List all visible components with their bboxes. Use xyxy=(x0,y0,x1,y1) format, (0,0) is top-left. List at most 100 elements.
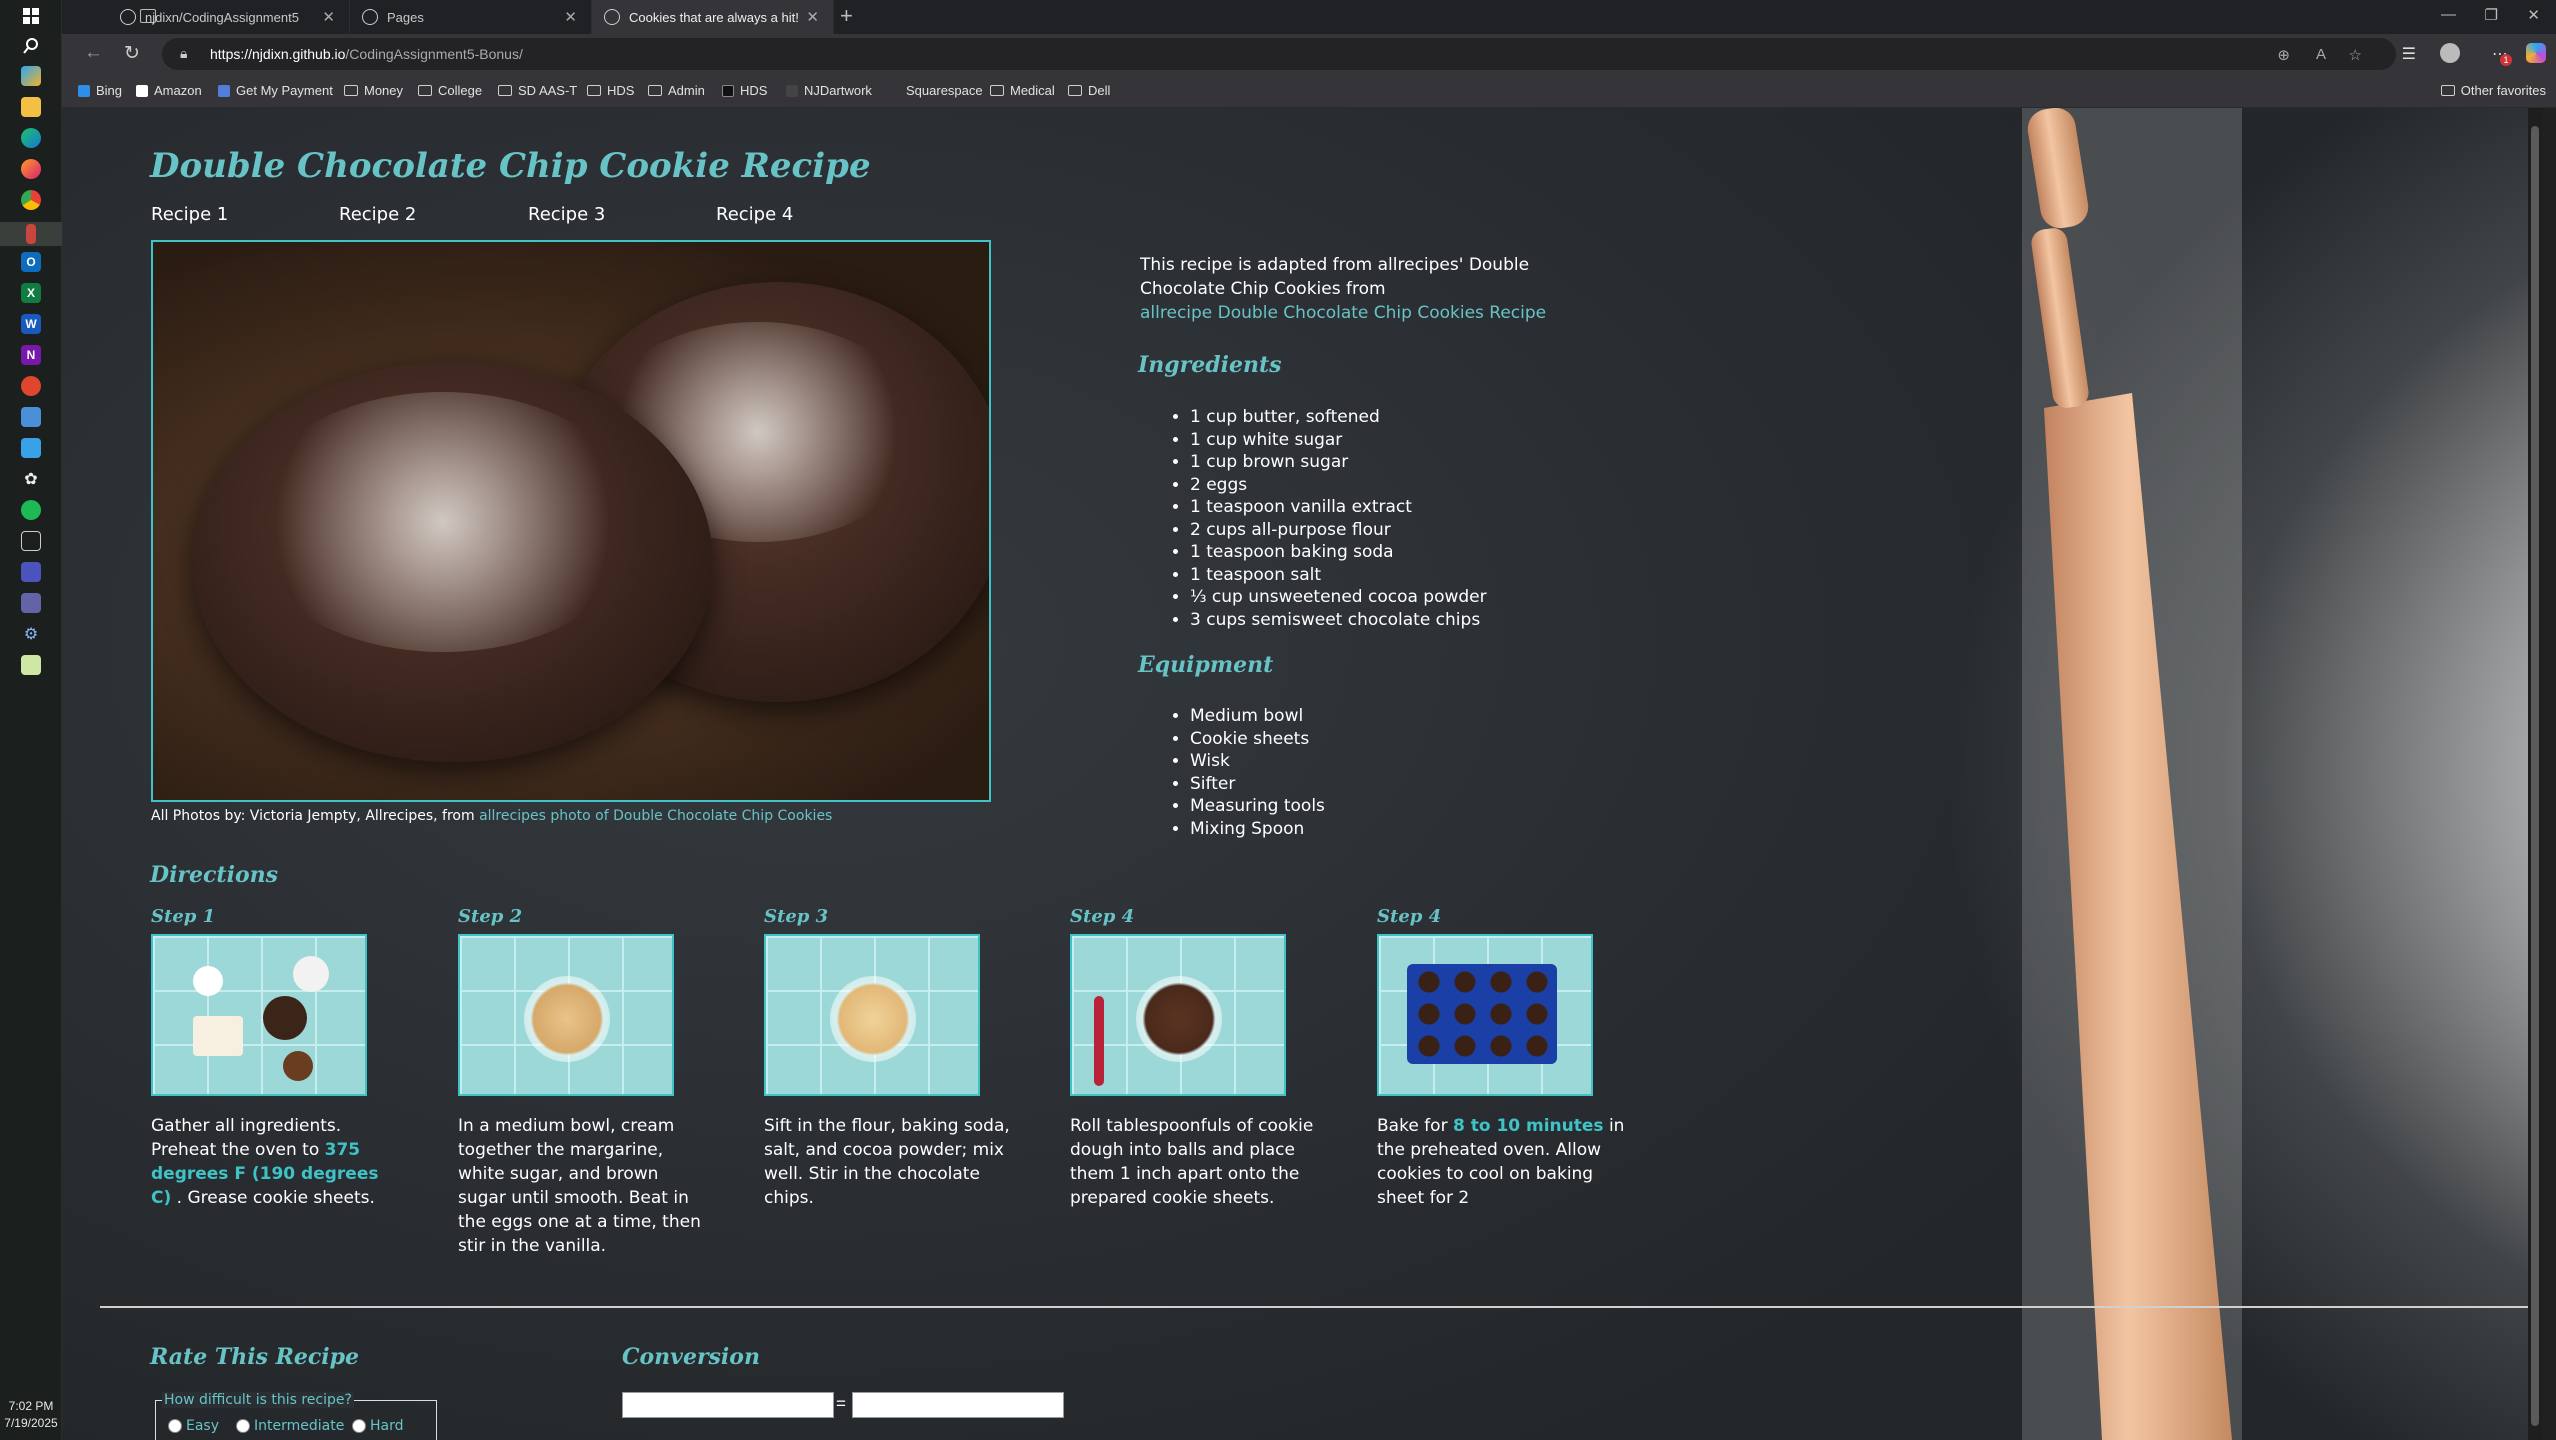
radio-easy[interactable]: Easy xyxy=(168,1418,219,1434)
tab-pages[interactable]: Pages ✕ xyxy=(350,0,592,34)
intro-text: This recipe is adapted from allrecipes' … xyxy=(1140,255,1530,299)
favorite-label: Get My Payment xyxy=(236,83,333,98)
step-label: Step 3 xyxy=(764,906,829,927)
close-icon[interactable]: ✕ xyxy=(322,8,335,26)
word-icon[interactable]: W xyxy=(21,314,41,334)
favorite-squarespace[interactable]: Squarespace xyxy=(906,83,983,98)
zoom-icon[interactable]: ⊕ xyxy=(2277,46,2290,64)
radio-circle[interactable] xyxy=(168,1419,182,1433)
favorite-folder-medical[interactable]: Medical xyxy=(990,83,1055,98)
folder-icon xyxy=(2440,85,2455,96)
taskbar-clock[interactable]: 7:02 PM 7/19/2025 xyxy=(0,1398,62,1432)
edge-icon[interactable] xyxy=(21,128,41,148)
favorite-get-my-payment[interactable]: Get My Payment xyxy=(218,83,333,98)
close-icon[interactable]: ✕ xyxy=(806,8,819,26)
favorite-hds[interactable]: HDS xyxy=(722,83,767,98)
page-scrollbar[interactable] xyxy=(2528,108,2542,1440)
other-favorites[interactable]: Other favorites xyxy=(2440,83,2546,98)
address-bar[interactable]: 🔒︎ https://njdixn.github.io/CodingAssign… xyxy=(162,38,2396,70)
new-tab-button[interactable]: + xyxy=(840,3,853,29)
url-text[interactable]: https://njdixn.github.io/CodingAssignmen… xyxy=(210,46,523,62)
ingredients-heading: Ingredients xyxy=(1138,352,1282,378)
terminal-icon[interactable] xyxy=(21,531,41,551)
store-icon[interactable] xyxy=(21,438,41,458)
favorite-folder-sd-aas-t[interactable]: SD AAS-T xyxy=(498,83,577,98)
favorite-folder-college[interactable]: College xyxy=(418,83,482,98)
radio-hard[interactable]: Hard xyxy=(352,1418,404,1434)
ingredient-bowl xyxy=(293,956,329,992)
favorite-amazon[interactable]: Amazon xyxy=(136,83,202,98)
windows-start-icon[interactable] xyxy=(21,6,41,26)
folder-icon xyxy=(648,85,662,96)
search-icon[interactable] xyxy=(21,36,41,56)
favorite-label: Medical xyxy=(1010,83,1055,98)
restore-icon[interactable]: ❐ xyxy=(2485,6,2498,24)
minimize-icon[interactable]: — xyxy=(2441,6,2456,23)
radio-circle[interactable] xyxy=(352,1419,366,1433)
conversion-input-from[interactable] xyxy=(622,1392,834,1418)
url-path: /CodingAssignment5-Bonus/ xyxy=(345,46,523,62)
favorite-star-icon[interactable]: ☆ xyxy=(2349,46,2362,64)
favorite-folder-admin[interactable]: Admin xyxy=(648,83,705,98)
read-aloud-icon[interactable]: A xyxy=(2316,46,2326,63)
direction-step-4: Step 4 Roll tablespoonfuls of cookie dou… xyxy=(1070,906,1320,1210)
favorite-folder-dell[interactable]: Dell xyxy=(1068,83,1110,98)
chrome-icon[interactable] xyxy=(21,190,41,210)
favorite-label: Admin xyxy=(668,83,705,98)
equipment-item: Medium bowl xyxy=(1190,705,1325,728)
favorite-njdartwork[interactable]: NJDartwork xyxy=(786,83,872,98)
favorite-label: Squarespace xyxy=(906,83,983,98)
favorite-label: Amazon xyxy=(154,83,202,98)
direction-step-1: Step 1 Gather all ingredients. Preheat t… xyxy=(151,906,401,1210)
pinned-app-icon[interactable] xyxy=(26,224,36,244)
step-label: Step 4 xyxy=(1377,906,1442,927)
tab-github-assignment[interactable]: njdixn/CodingAssignment5 ✕ xyxy=(108,0,350,34)
settings-icon[interactable] xyxy=(21,407,41,427)
copilot-icon[interactable] xyxy=(21,66,41,86)
refresh-icon[interactable]: ↻ xyxy=(124,42,140,65)
settings-gear-icon[interactable]: ⚙ xyxy=(21,624,41,644)
teams-icon-2[interactable] xyxy=(21,593,41,613)
profile-avatar[interactable] xyxy=(2440,43,2460,63)
file-explorer-icon[interactable] xyxy=(21,97,41,117)
equipment-list: Medium bowl Cookie sheets Wisk Sifter Me… xyxy=(1190,705,1325,840)
photo-credit-link[interactable]: allrecipes photo of Double Chocolate Chi… xyxy=(479,808,832,824)
favorite-label: Money xyxy=(364,83,404,98)
tab-cookies[interactable]: Cookies that are always a hit! ✕ xyxy=(592,0,834,34)
intro-link[interactable]: allrecipe Double Chocolate Chip Cookies … xyxy=(1140,301,1610,325)
step-2-cream-photo xyxy=(458,934,674,1096)
radio-intermediate[interactable]: Intermediate xyxy=(236,1418,344,1434)
favorite-bing[interactable]: Bing xyxy=(78,83,122,98)
butter-block xyxy=(193,1016,243,1056)
nav-recipe-4[interactable]: Recipe 4 xyxy=(716,204,793,225)
outlook-icon[interactable]: O xyxy=(21,252,41,272)
nav-recipe-1[interactable]: Recipe 1 xyxy=(151,204,228,225)
firefox-icon[interactable] xyxy=(21,159,41,179)
nav-recipe-3[interactable]: Recipe 3 xyxy=(528,204,605,225)
notepad-icon[interactable] xyxy=(21,655,41,675)
conversion-input-to[interactable] xyxy=(852,1392,1064,1418)
step-text: In a medium bowl, cream together the mar… xyxy=(458,1114,708,1258)
close-window-icon[interactable]: ✕ xyxy=(2527,6,2540,24)
favorite-folder-money[interactable]: Money xyxy=(344,83,403,98)
radio-circle[interactable] xyxy=(236,1419,250,1433)
folder-icon xyxy=(344,85,358,96)
onenote-icon[interactable]: N xyxy=(21,345,41,365)
scrollbar-thumb[interactable] xyxy=(2531,126,2539,1426)
equipment-heading: Equipment xyxy=(1138,652,1274,678)
puzzle-icon[interactable]: ✿ xyxy=(21,469,41,489)
radio-label: Easy xyxy=(186,1418,220,1434)
step-label: Step 2 xyxy=(458,906,523,927)
excel-icon[interactable]: X xyxy=(21,283,41,303)
back-icon[interactable]: ← xyxy=(84,42,103,64)
copilot-icon[interactable] xyxy=(2526,43,2546,63)
green-app-icon[interactable] xyxy=(21,500,41,520)
njdartwork-icon xyxy=(786,84,798,97)
media-icon[interactable] xyxy=(21,376,41,396)
favorite-folder-hds[interactable]: HDS xyxy=(587,83,634,98)
favorites-icon[interactable]: ☰ xyxy=(2402,44,2416,64)
ingredients-list: 1 cup butter, softened 1 cup white sugar… xyxy=(1190,406,1487,631)
teams-icon[interactable] xyxy=(21,562,41,582)
close-icon[interactable]: ✕ xyxy=(564,8,577,26)
nav-recipe-2[interactable]: Recipe 2 xyxy=(339,204,416,225)
